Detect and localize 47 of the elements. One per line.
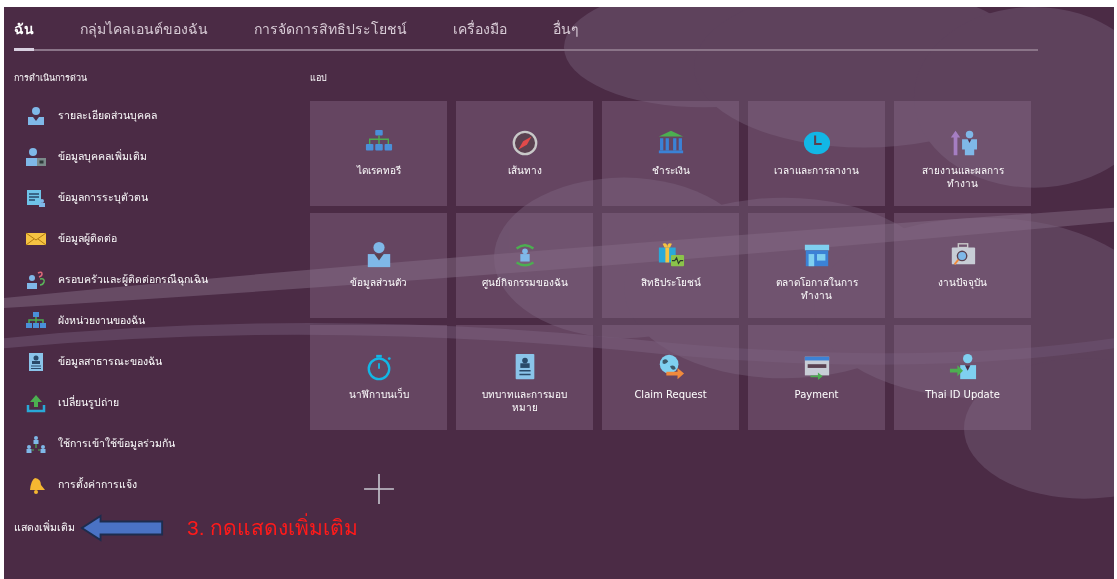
app-tile[interactable]: เส้นทาง [456,101,593,206]
network-icon [26,433,46,454]
nav-tab[interactable]: เครื่องมือ [453,18,507,51]
compass-icon [510,129,539,157]
career-icon [948,129,977,157]
show-more-link[interactable]: แสดงเพิ่มเติม [14,519,75,536]
quick-action-link[interactable]: เปลี่ยนรูปถ่าย [14,382,310,423]
app-tile[interactable]: Thai ID Update [894,325,1031,430]
person-icon [26,105,46,126]
quick-action-link[interactable]: ใช้การเข้าใช้ข้อมูลร่วมกัน [14,423,310,464]
nav-tab[interactable]: อื่นๆ [553,18,579,51]
nav-tab[interactable]: กลุ่มไคลเอนต์ของฉัน [80,18,208,51]
section-title: การดำเนินการด่วน [14,72,88,85]
quick-action-link[interactable]: ครอบครัวและผู้ติดต่อกรณีฉุกเฉิน [14,259,310,300]
app-tile[interactable]: เวลาและการลางาน [748,101,885,206]
quick-action-link[interactable]: การตั้งค่าการแจ้ง [14,464,310,505]
app-tile[interactable]: ศูนย์กิจกรรมของฉัน [456,213,593,318]
quick-action-link[interactable]: ข้อมูลผู้ติดต่อ [14,218,310,259]
nav-tab[interactable]: การจัดการสิทธิประโยชน์ [254,18,407,51]
app-tile[interactable]: ตลาดโอกาสในการทำงาน [748,213,885,318]
clock-icon [802,129,831,157]
app-tile[interactable]: งานปัจจุบัน [894,213,1031,318]
app-tile[interactable]: Payment [748,325,885,430]
family-icon [26,269,46,290]
app-tile[interactable]: นาฬิกาบนเว็บ [310,325,447,430]
id-document-icon [26,187,46,208]
nav-tab[interactable]: ฉัน [14,18,34,51]
app-tile[interactable]: Claim Request [602,325,739,430]
quick-action-link[interactable]: ข้อมูลสาธารณะของฉัน [14,341,310,382]
quick-action-link[interactable]: ผังหน่วยงานของฉัน [14,300,310,341]
arrow-icon [79,513,165,542]
annotation-text: 3. กดแสดงเพิ่มเติม [187,511,359,544]
gift-icon [656,241,685,269]
add-icon[interactable] [362,473,395,505]
quick-action-link[interactable]: ข้อมูลการระบุตัวตน [14,177,310,218]
person-arrow-icon [948,353,977,381]
quick-action-link[interactable]: ข้อมูลบุคคลเพิ่มเติม [14,136,310,177]
app-tile[interactable]: สิทธิประโยชน์ [602,213,739,318]
person-card-icon [26,146,46,167]
org-chart-icon [26,310,46,331]
app-tile[interactable]: บทบาทและการมอบหมาย [456,325,593,430]
app-tile[interactable]: ไดเรคทอรี [310,101,447,206]
app-tile[interactable]: สายงานและผลการทำงาน [894,101,1031,206]
app-tile[interactable]: ชำระเงิน [602,101,739,206]
app-tile[interactable]: ข้อมูลส่วนตัว [310,213,447,318]
section-title: แอป [310,72,328,85]
quick-action-link[interactable]: รายละเอียดส่วนบุคคล [14,95,310,136]
